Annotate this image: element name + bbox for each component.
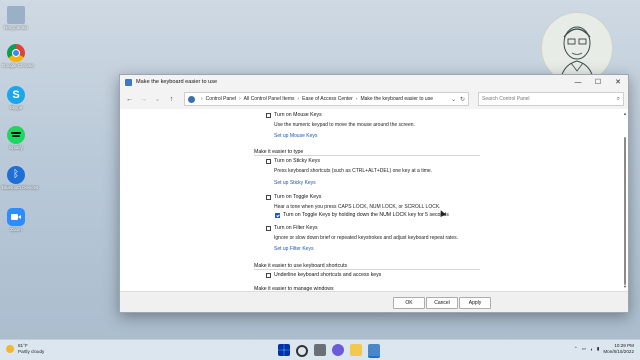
desktop-icon-label: Spotify [9, 145, 23, 150]
title-bar[interactable]: Make the keyboard easier to use — ☐ ✕ [120, 75, 628, 89]
scroll-down-icon[interactable]: ▼ [623, 284, 627, 289]
desktop-icon-label: Recycle Bin [4, 25, 28, 30]
filter-keys-checkbox[interactable] [266, 225, 271, 231]
volume-icon[interactable]: ◖ [590, 347, 593, 352]
toggle-keys-checkbox[interactable] [266, 194, 271, 200]
maximize-button[interactable]: ☐ [588, 75, 608, 89]
toggle-keys-label: Turn on Toggle Keys [274, 194, 322, 200]
network-icon[interactable]: ▭ [582, 346, 586, 352]
search-input[interactable]: Search Control Panel ⌕ [478, 92, 624, 106]
settings-content: Turn on Mouse Keys Use the numeric keypa… [120, 109, 628, 292]
file-explorer-icon[interactable] [350, 344, 362, 356]
taskbar: 81°F Partly cloudy ⌃ ▭ ◖ ▮ 10:29 PM Mon/… [0, 339, 640, 360]
setup-filter-keys-link[interactable]: Set up Filter Keys [274, 246, 313, 252]
clock-date: Mon/8/15/2022 [603, 349, 634, 354]
breadcrumb-control-panel[interactable]: Control Panel [206, 96, 236, 102]
sticky-keys-label: Turn on Sticky Keys [274, 158, 320, 164]
desktop-icon-label: Zoom [10, 227, 22, 232]
desktop-icon-bluetooth[interactable]: ᛒ Bluetooth Devices [2, 166, 39, 191]
underline-shortcuts-label: Underline keyboard shortcuts and access … [274, 272, 382, 278]
mouse-keys-option[interactable]: Turn on Mouse Keys [266, 112, 322, 118]
sticky-keys-description: Press keyboard shortcuts (such as CTRL+A… [274, 168, 433, 174]
breadcrumb-all-items[interactable]: All Control Panel Items [244, 96, 295, 102]
sticky-keys-option[interactable]: Turn on Sticky Keys [266, 158, 320, 164]
partly-cloudy-icon [6, 345, 14, 353]
scroll-up-icon[interactable]: ▲ [623, 111, 627, 116]
control-panel-icon [125, 78, 132, 86]
sticky-keys-checkbox[interactable] [266, 158, 271, 164]
underline-shortcuts-checkbox[interactable] [266, 272, 271, 278]
desktop-icon-recycle-bin[interactable]: Recycle Bin [2, 6, 30, 31]
vertical-scrollbar[interactable]: ▲ ▼ [623, 111, 627, 289]
section-divider [254, 155, 480, 156]
breadcrumb-current[interactable]: Make the keyboard easier to use [360, 96, 433, 102]
section-divider [254, 269, 480, 270]
weather-widget[interactable]: 81°F Partly cloudy [6, 343, 44, 355]
address-row: ← → ⌄ ↑ › Control Panel › All Control Pa… [120, 89, 628, 109]
zoom-icon [7, 208, 25, 226]
desktop-icon-label: Google Chrome [2, 63, 34, 68]
battery-icon[interactable]: ▮ [597, 346, 600, 352]
minimize-button[interactable]: — [568, 75, 588, 89]
cancel-button[interactable]: Cancel [426, 297, 458, 309]
breadcrumb-separator: › [238, 96, 241, 102]
skype-icon: S [7, 86, 25, 104]
system-tray: ⌃ ▭ ◖ ▮ 10:29 PM Mon/8/15/2022 [574, 343, 634, 355]
search-icon: ⌕ [616, 95, 620, 102]
desktop-icon-zoom[interactable]: Zoom [2, 208, 30, 233]
underline-shortcuts-option[interactable]: Underline keyboard shortcuts and access … [266, 272, 381, 278]
search-placeholder: Search Control Panel [482, 96, 530, 102]
clock[interactable]: 10:29 PM Mon/8/15/2022 [603, 343, 634, 355]
mouse-keys-description: Use the numeric keypad to move the mouse… [274, 122, 415, 128]
tray-chevron-icon[interactable]: ⌃ [574, 346, 578, 352]
chat-icon[interactable] [332, 344, 344, 356]
weather-description: Partly cloudy [18, 349, 45, 354]
scrollbar-thumb[interactable] [624, 137, 626, 285]
close-button[interactable]: ✕ [608, 75, 628, 89]
search-icon[interactable] [296, 345, 308, 357]
spotify-icon [7, 126, 25, 144]
dialog-footer: OK Cancel Apply [120, 291, 628, 312]
address-bar[interactable]: › Control Panel › All Control Panel Item… [184, 92, 469, 106]
control-panel-taskbar-icon[interactable] [368, 344, 380, 358]
desktop-icon-chrome[interactable]: Google Chrome [2, 44, 34, 69]
task-view-icon[interactable] [314, 344, 326, 356]
up-icon[interactable]: ↑ [166, 94, 177, 105]
filter-keys-label: Turn on Filter Keys [274, 225, 318, 231]
back-icon[interactable]: ← [124, 94, 135, 105]
filter-keys-option[interactable]: Turn on Filter Keys [266, 225, 318, 231]
breadcrumb-separator: › [201, 96, 203, 102]
control-panel-window: Make the keyboard easier to use — ☐ ✕ ← … [119, 74, 629, 313]
apply-button[interactable]: Apply [459, 297, 491, 309]
toggle-keys-option[interactable]: Turn on Toggle Keys [266, 194, 321, 200]
mouse-keys-label: Turn on Mouse Keys [274, 112, 322, 118]
control-panel-globe-icon [188, 95, 195, 103]
desktop-icon-label: Bluetooth Devices [2, 185, 39, 190]
toggle-keys-numlock-label: Turn on Toggle Keys by holding down the … [283, 212, 449, 218]
toggle-keys-numlock-checkbox[interactable] [275, 212, 280, 218]
setup-mouse-keys-link[interactable]: Set up Mouse Keys [274, 133, 317, 139]
breadcrumb-ease-of-access[interactable]: Ease of Access Center [302, 96, 353, 102]
taskbar-apps [278, 344, 380, 358]
start-icon[interactable] [278, 344, 290, 356]
forward-icon[interactable]: → [138, 94, 149, 105]
refresh-icon[interactable]: ↻ [460, 96, 465, 103]
breadcrumb-separator: › [297, 96, 300, 102]
breadcrumb-separator: › [355, 96, 358, 102]
recycle-bin-icon [7, 6, 25, 24]
desktop-icon-skype[interactable]: S Skype [2, 86, 30, 111]
mouse-keys-checkbox[interactable] [266, 112, 271, 118]
filter-keys-description: Ignore or slow down brief or repeated ke… [274, 235, 458, 241]
ok-button[interactable]: OK [393, 297, 425, 309]
desktop-icon-spotify[interactable]: Spotify [2, 126, 30, 151]
chrome-icon [7, 44, 25, 62]
window-title: Make the keyboard easier to use [136, 79, 218, 85]
toggle-keys-numlock-option[interactable]: Turn on Toggle Keys by holding down the … [275, 212, 449, 218]
recent-chevron-icon[interactable]: ⌄ [152, 94, 163, 105]
toggle-keys-description: Hear a tone when you press CAPS LOCK, NU… [274, 204, 441, 210]
address-dropdown-icon[interactable]: ⌄ [451, 96, 456, 103]
setup-sticky-keys-link[interactable]: Set up Sticky Keys [274, 180, 316, 186]
desktop-icon-label: Skype [9, 105, 23, 110]
bluetooth-icon: ᛒ [7, 166, 25, 184]
